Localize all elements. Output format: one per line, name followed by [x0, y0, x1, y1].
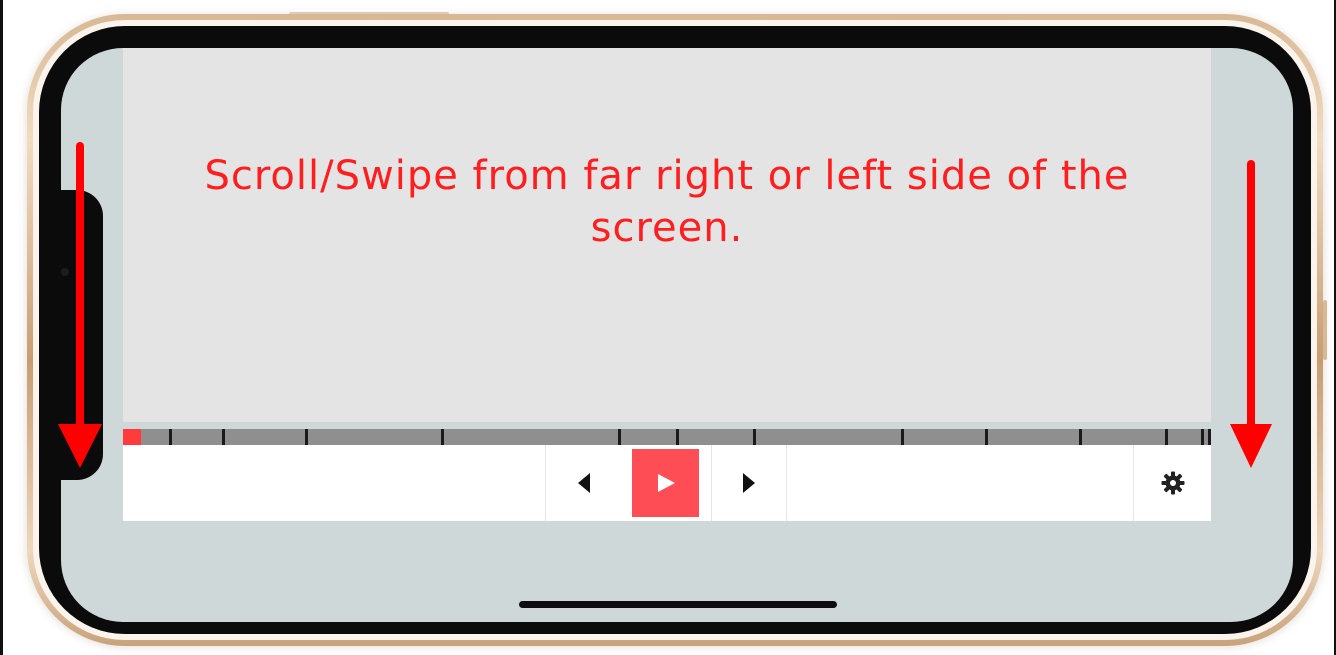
chapter-marker	[222, 429, 225, 445]
phone-volume-button	[1323, 300, 1327, 360]
progress-bar[interactable]	[123, 429, 1211, 445]
chapter-marker	[169, 429, 172, 445]
chapter-marker	[985, 429, 988, 445]
player-controls	[123, 445, 1211, 521]
chapter-marker	[305, 429, 308, 445]
instruction-text: Scroll/Swipe from far right or left side…	[204, 153, 1130, 251]
chapter-marker	[1079, 429, 1082, 445]
chapter-marker	[753, 429, 756, 445]
previous-button[interactable]	[546, 445, 621, 521]
chapter-marker	[1165, 429, 1168, 445]
gear-icon	[1161, 471, 1184, 495]
content-area[interactable]: Scroll/Swipe from far right or left side…	[123, 48, 1211, 422]
progress-played	[123, 429, 141, 445]
play-button[interactable]	[632, 449, 699, 517]
swipe-down-arrow-left	[58, 142, 102, 468]
previous-icon	[577, 473, 590, 493]
swipe-down-arrow-right	[1230, 160, 1272, 468]
next-icon	[743, 473, 755, 493]
tutorial-screenshot: Scroll/Swipe from far right or left side…	[0, 0, 1336, 655]
chapter-marker	[618, 429, 621, 445]
chapter-marker	[441, 429, 444, 445]
settings-button[interactable]	[1134, 445, 1211, 521]
next-button[interactable]	[712, 445, 786, 521]
chapter-marker	[1201, 429, 1204, 445]
divider	[786, 445, 787, 521]
play-icon	[657, 474, 675, 492]
chapter-marker	[676, 429, 679, 445]
chapter-marker	[1208, 429, 1211, 445]
chapter-marker	[901, 429, 904, 445]
home-indicator[interactable]	[519, 601, 837, 608]
